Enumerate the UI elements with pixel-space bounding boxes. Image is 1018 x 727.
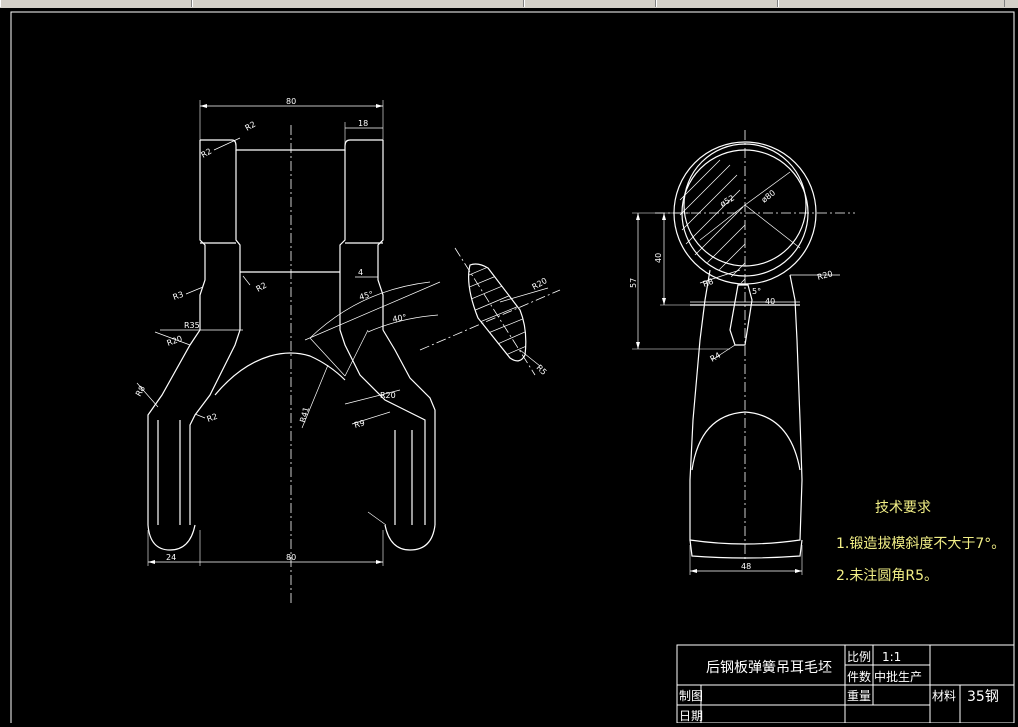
notes-line-1: 1.锻造拔模斜度不大于7°。 [836, 536, 1005, 552]
date-label: 日期 [679, 709, 703, 723]
angle-45: 45° [358, 290, 374, 302]
drawing-border [10, 11, 1015, 725]
side-angle-5: 5° [752, 287, 761, 296]
side-neck-rib [729, 284, 753, 346]
title-block: 后钢板弹簧吊耳毛坯 比例 1:1 件数 中批生产 制图 重量 材料 35钢 日期 [676, 644, 1015, 724]
radius-r2-mid: R2 [255, 281, 269, 294]
front-top-edge [200, 139, 383, 151]
arrow [376, 560, 383, 564]
radius-r41: R41 [298, 406, 311, 424]
leader-dia80b [744, 204, 801, 249]
radius-r20-right: R20 [380, 391, 396, 400]
leader [367, 511, 387, 526]
cad-drawing: 80 18 R2 R2 4 R2 R41 R35 R20 R3 R8 R2 45… [10, 11, 1015, 725]
dim-bottom-24: 24 [166, 553, 176, 562]
arrow [662, 298, 666, 305]
side-body-bottom [689, 539, 803, 559]
radius-r2-left-lower: R2 [206, 412, 219, 424]
front-outer-right [382, 329, 436, 525]
radius-r2-top: R2 [244, 120, 258, 133]
side-inner-arch [691, 411, 801, 471]
radius-r35: R35 [184, 321, 200, 330]
section-r20: R20 [531, 276, 549, 292]
left-leg-lines [157, 420, 181, 525]
technical-notes: 技术要求 1.锻造拔模斜度不大于7°。 2.未注圆角R5。 [836, 500, 1005, 584]
arrow [376, 104, 383, 108]
scale-label: 比例 [847, 650, 871, 664]
radius-r8-left: R8 [134, 384, 147, 398]
side-view: ø52 ø80 57 40 R8 R20 5° 40 R4 48 [629, 130, 855, 575]
side-width-48: 48 [741, 562, 751, 571]
toolbar-segment-2[interactable] [192, 0, 524, 7]
dia-52: ø52 [719, 193, 737, 208]
front-view: 80 18 R2 R2 4 R2 R41 R35 R20 R3 R8 R2 45… [134, 97, 441, 605]
material-label: 材料 [932, 689, 956, 703]
arrow [200, 104, 207, 108]
angle-line [304, 281, 441, 341]
dim-top-80: 80 [286, 97, 296, 106]
section-centerline-2 [454, 247, 536, 376]
notes-heading: 技术要求 [875, 500, 931, 516]
right-foot [384, 524, 436, 551]
arrow [662, 213, 666, 220]
weight-label: 重量 [847, 689, 871, 703]
draw-label: 制图 [679, 689, 703, 703]
radius-r3: R3 [172, 290, 185, 302]
dim-18: 18 [358, 119, 368, 128]
left-foot [147, 524, 196, 551]
front-inner-left [189, 150, 241, 525]
front-outer-profile [147, 140, 384, 525]
arrow [690, 569, 697, 573]
arrow [795, 569, 802, 573]
dia-80: ø80 [760, 188, 777, 204]
toolbar-segment-4[interactable] [656, 0, 778, 7]
leader [242, 275, 251, 286]
window-top-bar [0, 0, 1018, 8]
material-value: 35钢 [967, 689, 999, 705]
section-view: R20 R5 [419, 247, 561, 377]
right-leg-lines [394, 430, 413, 525]
side-width-40: 40 [765, 297, 775, 306]
section-centerline [419, 289, 561, 351]
dim-bottom-80: 80 [286, 553, 296, 562]
part-name: 后钢板弹簧吊耳毛坯 [706, 660, 832, 676]
arrow [148, 560, 155, 564]
height-40: 40 [654, 253, 663, 263]
leader [351, 411, 391, 425]
toolbar-segment-1[interactable] [0, 0, 192, 7]
side-body-outline [689, 269, 803, 545]
section-hatch [468, 264, 526, 361]
notes-line-2: 2.未注圆角R5。 [836, 568, 938, 584]
drawing-canvas[interactable]: 80 18 R2 R2 4 R2 R41 R35 R20 R3 R8 R2 45… [0, 8, 1018, 725]
crotch-arch [214, 352, 346, 396]
dim-4: 4 [358, 268, 363, 277]
arrow [636, 342, 640, 349]
leader [194, 413, 206, 419]
side-r20: R20 [816, 269, 834, 282]
angle-line [309, 337, 346, 377]
toolbar-segment-5[interactable] [778, 0, 1005, 7]
radius-r2-top-left: R2 [200, 147, 214, 160]
toolbar-segment-3[interactable] [524, 0, 656, 7]
qty-label: 件数 [847, 669, 871, 684]
arrow [636, 213, 640, 220]
side-r4: R4 [709, 351, 723, 364]
height-57: 57 [629, 278, 638, 288]
qty-value: 中批生产 [874, 669, 922, 684]
radius-r20-left: R20 [166, 334, 184, 348]
scale-value: 1:1 [882, 650, 901, 664]
leader [499, 287, 549, 303]
section-r5: R5 [535, 363, 549, 377]
angle-40: 40° [392, 313, 408, 324]
leader-dia52 [699, 204, 746, 241]
